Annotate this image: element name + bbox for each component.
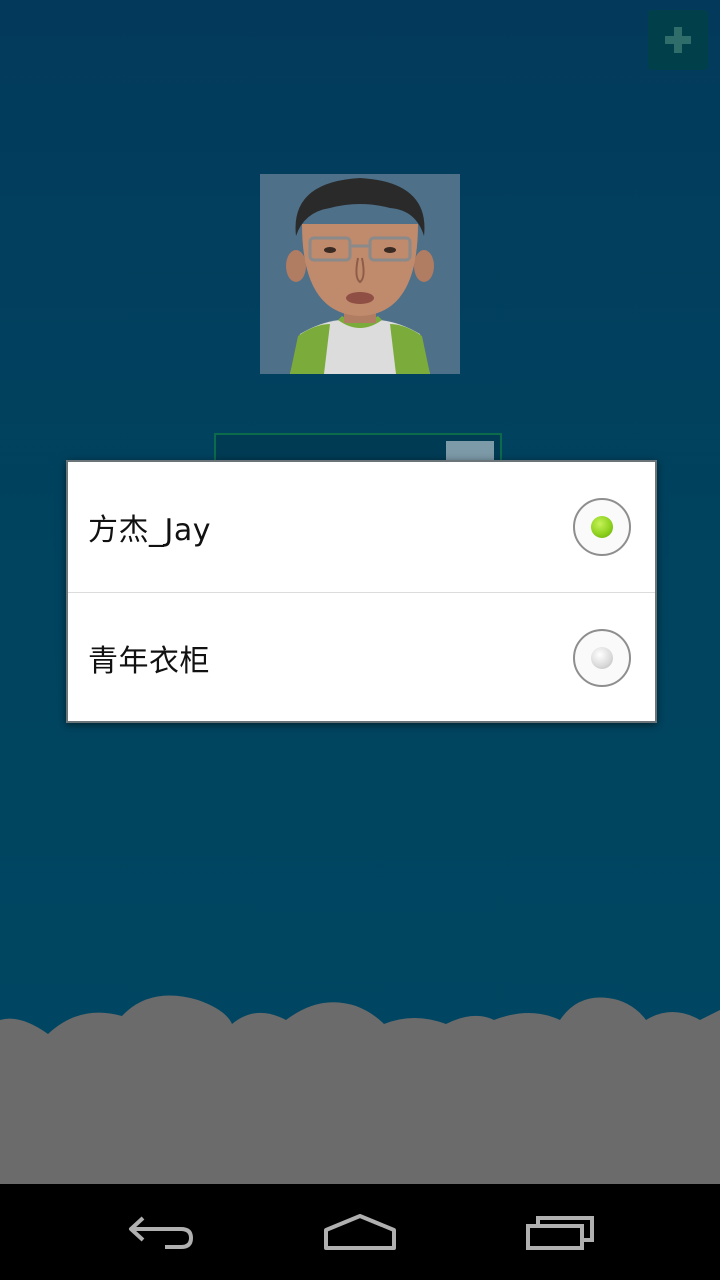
radio-button-selected[interactable] bbox=[573, 498, 631, 556]
nav-recents-button[interactable] bbox=[500, 1202, 620, 1262]
account-option-qingnianyigui[interactable]: 青年衣柜 bbox=[68, 592, 655, 722]
account-option-fangjie[interactable]: 方杰_Jay bbox=[68, 462, 655, 592]
system-navigation-bar bbox=[0, 1184, 720, 1280]
home-icon bbox=[324, 1214, 396, 1250]
cloud-ground bbox=[0, 995, 720, 1184]
radio-selected-dot bbox=[591, 516, 613, 538]
back-icon bbox=[129, 1216, 194, 1249]
nav-home-button[interactable] bbox=[300, 1202, 420, 1262]
account-option-label: 青年衣柜 bbox=[88, 643, 210, 679]
account-option-label: 方杰_Jay bbox=[88, 513, 211, 548]
nav-back-button[interactable] bbox=[100, 1202, 220, 1262]
account-picker-dialog: 方杰_Jay 青年衣柜 bbox=[66, 460, 657, 723]
recents-icon bbox=[526, 1216, 594, 1250]
radio-unselected-dot bbox=[591, 646, 613, 669]
screen: 方杰_Jay 青年衣柜 bbox=[0, 0, 720, 1280]
radio-button-unselected[interactable] bbox=[573, 628, 631, 687]
